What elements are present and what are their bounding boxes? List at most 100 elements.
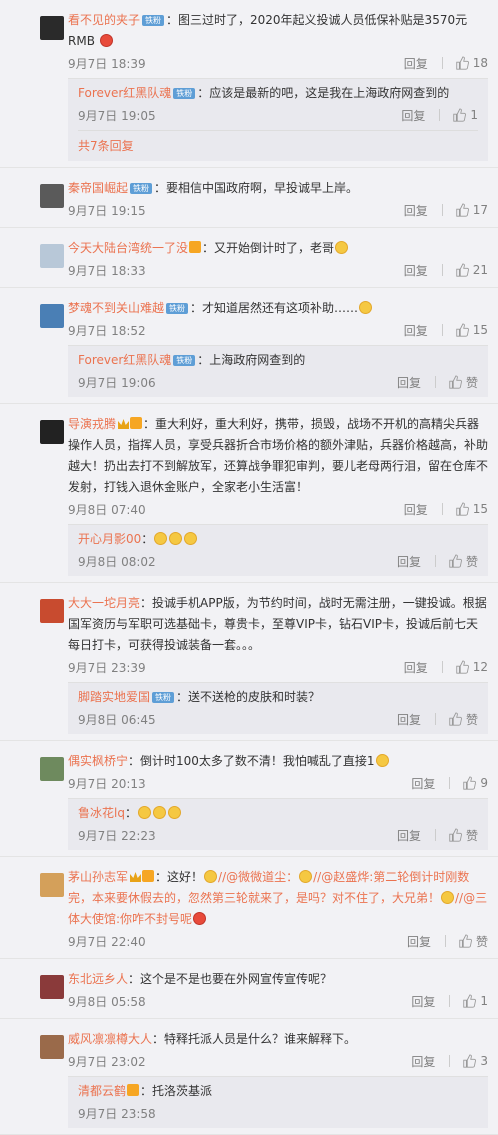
reply-button[interactable]: 回复 bbox=[407, 933, 431, 950]
user-name[interactable]: 开心月影00 bbox=[78, 532, 141, 546]
comment-body: ：这个是不是也要在外网宣传宣传呢？ bbox=[128, 972, 333, 986]
like-button[interactable]: 3 bbox=[462, 1054, 488, 1068]
timestamp: 9月7日 23:02 bbox=[68, 1054, 146, 1069]
like-button[interactable]: 15 bbox=[455, 323, 488, 337]
timestamp: 9月7日 18:52 bbox=[68, 323, 146, 338]
reply-button[interactable]: 回复 bbox=[397, 711, 421, 728]
reply-button[interactable]: 回复 bbox=[404, 55, 428, 72]
reply-text: 清都云鹤 ：托洛茨基派 bbox=[78, 1081, 478, 1102]
reply-button[interactable]: 回复 bbox=[404, 659, 428, 676]
emoji-icon bbox=[441, 891, 455, 904]
reply-block: 鲁冰花lq： 9月7日 22:23 回复 赞 bbox=[68, 798, 488, 850]
divider bbox=[441, 264, 443, 276]
reply-text: 脚踏实地爱国 铁粉 ：送不送枪的皮肤和时装？ bbox=[78, 687, 478, 708]
thumbs-up-icon bbox=[463, 1054, 477, 1068]
emoji-icon bbox=[99, 34, 113, 47]
reply-button[interactable]: 回复 bbox=[411, 1053, 435, 1070]
reply-meta: 9月8日 06:45 回复 赞 bbox=[78, 708, 478, 734]
avatar[interactable] bbox=[40, 599, 64, 623]
thumbs-up-icon bbox=[456, 263, 469, 277]
like-button[interactable]: 赞 bbox=[448, 553, 478, 570]
user-name[interactable]: 脚踏实地爱国 bbox=[78, 690, 150, 704]
reply-body: ： bbox=[141, 532, 154, 546]
like-label: 赞 bbox=[465, 375, 478, 390]
user-name[interactable]: 威风凛凛樽大人 bbox=[68, 1032, 152, 1046]
like-button[interactable]: 9 bbox=[462, 776, 488, 790]
avatar[interactable] bbox=[40, 304, 64, 328]
like-label: 赞 bbox=[465, 554, 478, 569]
thumbs-up-icon bbox=[463, 776, 477, 790]
timestamp: 9月7日 18:39 bbox=[68, 56, 146, 71]
user-name[interactable]: 偶实枫桥宁 bbox=[68, 754, 128, 768]
like-button[interactable]: 18 bbox=[455, 56, 488, 70]
reply-button[interactable]: 回复 bbox=[397, 374, 421, 391]
reply-block: Forever红黑队魂 铁粉 ：应该是最新的吧，这是我在上海政府网查到的 9月7日 … bbox=[68, 78, 488, 161]
like-button[interactable]: 赞 bbox=[448, 374, 478, 391]
like-button[interactable]: 17 bbox=[455, 203, 488, 217]
reply-body: ：托洛茨基派 bbox=[140, 1084, 213, 1098]
like-button[interactable]: 12 bbox=[455, 660, 488, 674]
divider bbox=[434, 713, 436, 725]
like-button[interactable]: 赞 bbox=[448, 711, 478, 728]
user-name[interactable]: Forever红黑队魂 bbox=[78, 86, 171, 100]
avatar[interactable] bbox=[40, 873, 64, 897]
fan-badge: 铁粉 bbox=[166, 303, 189, 314]
emoji-icon bbox=[204, 870, 218, 883]
reply-button[interactable]: 回复 bbox=[404, 501, 428, 518]
reply-button[interactable]: 回复 bbox=[404, 262, 428, 279]
reply-button[interactable]: 回复 bbox=[397, 553, 421, 570]
reply-body: ：上海政府网查到的 bbox=[197, 353, 306, 367]
user-name[interactable]: 大大一坨月亮 bbox=[68, 596, 140, 610]
avatar[interactable] bbox=[40, 757, 64, 781]
user-name[interactable]: 秦帝国崛起 bbox=[68, 181, 128, 195]
like-button[interactable]: 赞 bbox=[458, 933, 488, 950]
fan-badge: 铁粉 bbox=[173, 355, 196, 366]
reply-button[interactable]: 回复 bbox=[404, 322, 428, 339]
user-name[interactable]: 今天大陆台湾统一了没 bbox=[68, 241, 188, 255]
reply-text: 开心月影00： bbox=[78, 529, 478, 550]
reply-button[interactable]: 回复 bbox=[411, 775, 435, 792]
avatar[interactable] bbox=[40, 1035, 64, 1059]
divider bbox=[434, 555, 436, 567]
comment-text: 秦帝国崛起 铁粉 ：要相信中国政府啊，早投诚早上岸。 bbox=[68, 178, 488, 199]
avatar[interactable] bbox=[40, 16, 64, 40]
emoji-icon bbox=[167, 806, 181, 819]
like-button[interactable]: 1 bbox=[462, 994, 488, 1008]
more-replies-link[interactable]: 共7条回复 bbox=[78, 130, 478, 161]
comment-text: 东北远乡人：这个是不是也要在外网宣传宣传呢？ bbox=[68, 969, 488, 990]
comment-item: 威风凛凛樽大人：特释托派人员是什么？谁来解释下。 9月7日 23:02 回复 3… bbox=[0, 1019, 498, 1135]
user-name[interactable]: 清都云鹤 bbox=[78, 1084, 126, 1098]
user-name[interactable]: Forever红黑队魂 bbox=[78, 353, 171, 367]
user-name[interactable]: 梦魂不到关山难越 bbox=[68, 301, 164, 315]
divider bbox=[449, 1055, 451, 1067]
comment-list: 看不见的夹子 铁粉 ：图三过时了，2020年起义投诚人员低保补贴是3570元RMB … bbox=[0, 0, 498, 1135]
like-label: 赞 bbox=[475, 934, 488, 949]
thumbs-up-icon bbox=[449, 375, 462, 389]
user-name[interactable]: 茅山孙志军 bbox=[68, 870, 128, 884]
avatar[interactable] bbox=[40, 244, 64, 268]
user-name[interactable]: 看不见的夹子 bbox=[68, 13, 140, 27]
reply-button[interactable]: 回复 bbox=[397, 827, 421, 844]
comment-item: 茅山孙志军 ：这好！//@微微道尘：//@赵盛烨:第二轮倒计时刚数完，本来要休假去… bbox=[0, 857, 498, 959]
user-name[interactable]: 鲁冰花lq bbox=[78, 806, 125, 820]
reply-button[interactable]: 回复 bbox=[404, 202, 428, 219]
like-button[interactable]: 21 bbox=[455, 263, 488, 277]
user-name[interactable]: 东北远乡人 bbox=[68, 972, 128, 986]
avatar[interactable] bbox=[40, 420, 64, 444]
reply-button[interactable]: 回复 bbox=[401, 107, 425, 124]
reply-button[interactable]: 回复 bbox=[411, 993, 435, 1010]
mention-link[interactable]: //@微微道尘： bbox=[218, 870, 298, 884]
like-label: 赞 bbox=[465, 712, 478, 727]
emoji-icon bbox=[193, 912, 207, 925]
user-name[interactable]: 导演戎腾 bbox=[68, 417, 116, 431]
thumbs-up-icon bbox=[456, 660, 469, 674]
like-button[interactable]: 1 bbox=[452, 108, 478, 122]
like-count: 21 bbox=[472, 263, 488, 277]
like-button[interactable]: 赞 bbox=[448, 827, 478, 844]
avatar[interactable] bbox=[40, 184, 64, 208]
thumbs-up-icon bbox=[459, 934, 472, 948]
avatar[interactable] bbox=[40, 975, 64, 999]
thumbs-up-icon bbox=[456, 203, 469, 217]
comment-item: 秦帝国崛起 铁粉 ：要相信中国政府啊，早投诚早上岸。 9月7日 19:15 回复 1… bbox=[0, 168, 498, 228]
like-button[interactable]: 15 bbox=[455, 502, 488, 516]
